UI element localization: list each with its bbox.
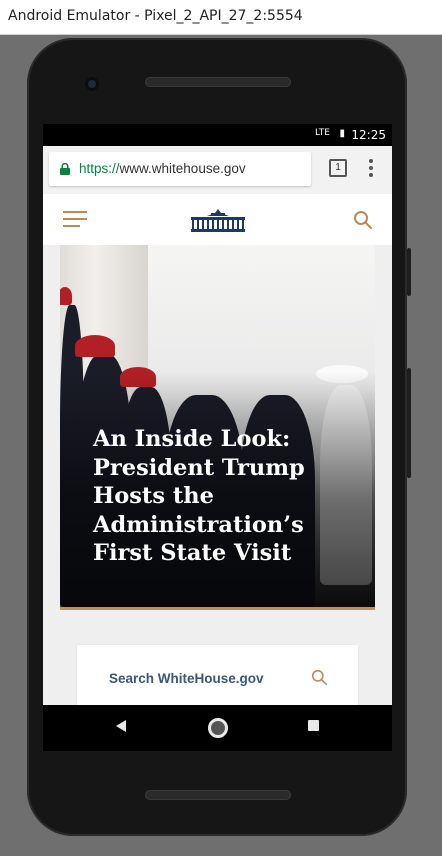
- battery-icon: ▮: [339, 128, 345, 139]
- site-header: [43, 194, 392, 245]
- browser-menu-button[interactable]: [365, 158, 377, 178]
- status-time: 12:25: [351, 128, 386, 142]
- window-title: Android Emulator - Pixel_2_API_27_2:5554: [8, 8, 303, 24]
- search-icon[interactable]: [311, 669, 328, 686]
- url-host: www.whitehouse.gov: [119, 161, 246, 176]
- search-label: Search WhiteHouse.gov: [109, 671, 264, 686]
- status-bar: LTE ▮ 12:25: [43, 124, 392, 146]
- hero-banner[interactable]: An Inside Look: President Trump Hosts th…: [60, 245, 375, 607]
- menu-icon[interactable]: [63, 211, 87, 227]
- lock-icon: [60, 163, 70, 175]
- url-scheme: https://: [79, 161, 120, 176]
- network-indicator: LTE: [315, 128, 330, 138]
- site-search-box[interactable]: Search WhiteHouse.gov: [77, 645, 358, 706]
- back-icon[interactable]: [116, 720, 126, 732]
- address-bar[interactable]: https://www.whitehouse.gov: [49, 152, 311, 186]
- power-button[interactable]: [407, 368, 411, 478]
- bottom-speaker: [145, 790, 291, 800]
- device-screen: LTE ▮ 12:25 https://www.whitehouse.gov 1: [43, 124, 392, 706]
- search-icon[interactable]: [353, 210, 373, 230]
- recents-icon[interactable]: [308, 720, 319, 731]
- web-page: An Inside Look: President Trump Hosts th…: [43, 194, 392, 706]
- front-camera: [85, 77, 99, 91]
- hero-headline[interactable]: An Inside Look: President Trump Hosts th…: [93, 425, 363, 568]
- volume-button[interactable]: [407, 248, 411, 296]
- home-icon[interactable]: [208, 718, 228, 738]
- top-speaker: [145, 77, 291, 87]
- android-nav-bar: [43, 705, 392, 751]
- browser-toolbar: https://www.whitehouse.gov 1: [43, 146, 392, 194]
- white-house-logo-icon[interactable]: [189, 208, 247, 232]
- emulator-title-bar: Android Emulator - Pixel_2_API_27_2:5554: [0, 0, 442, 35]
- tab-switcher-button[interactable]: 1: [329, 159, 347, 177]
- url-text: https://www.whitehouse.gov: [79, 161, 246, 176]
- hero-accent-bar: [60, 607, 375, 610]
